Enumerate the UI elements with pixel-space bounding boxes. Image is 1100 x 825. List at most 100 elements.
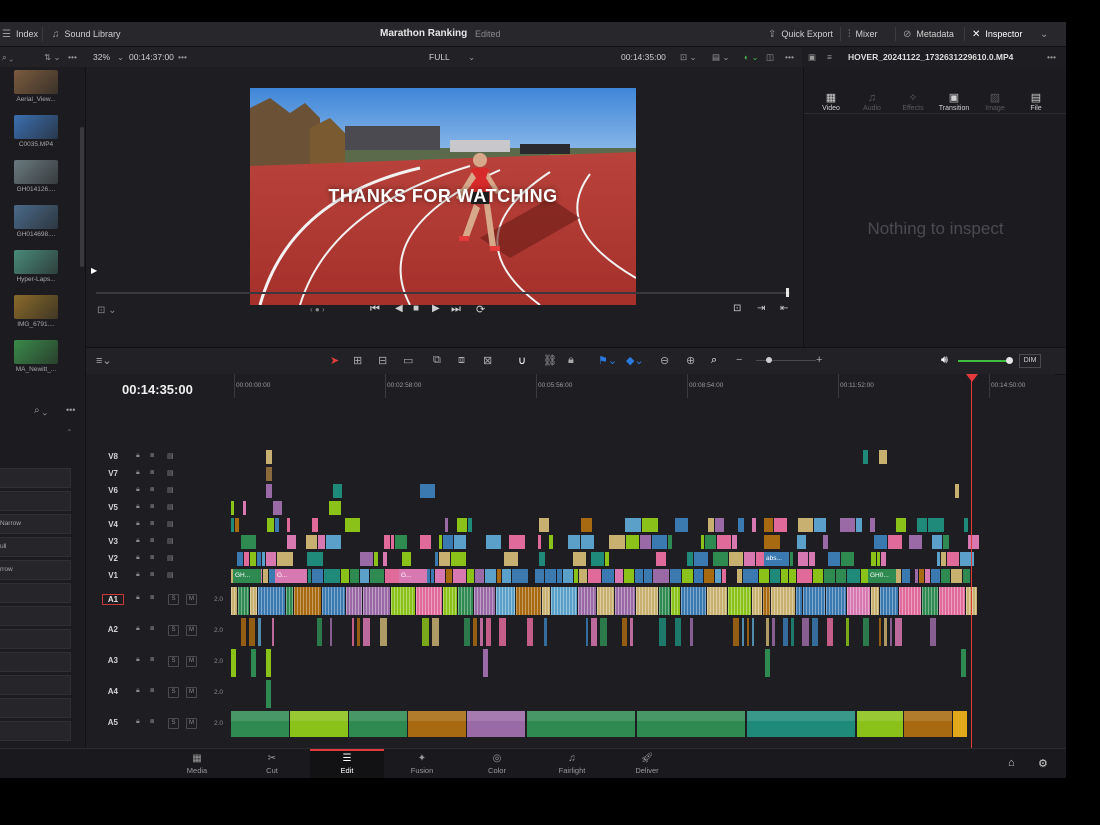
video-clip[interactable] [237,552,243,566]
mute-button[interactable]: M [186,594,197,605]
video-clip[interactable] [391,535,394,549]
video-clip[interactable] [370,569,384,583]
audio-clip[interactable] [544,618,547,646]
audio-clip[interactable] [752,587,762,615]
effects-list-item[interactable] [0,491,71,511]
video-clip[interactable] [266,450,272,464]
video-clip[interactable] [588,569,601,583]
jog-control[interactable]: ‹ ● › [310,305,325,314]
audio-clip[interactable] [765,649,770,677]
video-clip[interactable] [573,552,586,566]
metadata-button[interactable]: ⊘ Metadata [903,22,954,46]
video-clip[interactable] [798,518,813,532]
audio-clip[interactable] [266,680,271,708]
audio-clip[interactable] [249,618,255,646]
inspector-tab-effects[interactable]: ✧ Effects [892,91,934,112]
more-icon[interactable]: ••• [785,47,794,67]
video-clip[interactable] [925,569,930,583]
video-clip[interactable] [581,535,594,549]
video-clip[interactable] [877,552,880,566]
audio-clip[interactable] [690,618,693,646]
quick-export-button[interactable]: ⇪ Quick Export [768,22,833,46]
dim-button[interactable]: DIM [1019,354,1041,368]
prev-edit-icon[interactable]: ⇤ [780,303,788,314]
audio-clip[interactable] [763,587,770,615]
video-clip[interactable] [836,569,846,583]
audio-clip[interactable] [250,587,257,615]
track-visibility-icon[interactable]: ▤ [167,452,174,460]
play-reverse-icon[interactable]: ◀ [395,303,403,314]
mute-button[interactable]: M [186,625,197,636]
audio-clip-named[interactable]: MA_N... [904,711,952,737]
audio-clip[interactable] [803,587,825,615]
video-clip[interactable] [539,518,549,532]
video-clip[interactable] [329,501,341,515]
video-clip[interactable] [457,518,467,532]
video-clip[interactable] [374,552,378,566]
video-clip[interactable] [624,569,634,583]
track-visibility-icon[interactable]: ▤ [167,486,174,494]
dual-view-icon[interactable]: ◫ [766,47,774,67]
settings-gear-icon[interactable]: ⚙ [1038,757,1048,770]
video-clip[interactable] [675,518,688,532]
inspector-tab-image[interactable]: ▨ Image [974,91,1016,112]
media-thumbnail[interactable] [14,250,58,274]
video-clip[interactable] [435,569,445,583]
more-icon[interactable]: ••• [68,47,77,67]
audio-clip-named[interactable]: MA_MDS... [231,711,289,737]
video-clip[interactable] [640,535,651,549]
safe-area-icon[interactable]: ⊡ ⌄ [97,305,117,316]
video-clip[interactable] [439,552,450,566]
video-clip[interactable] [609,535,625,549]
audio-clip[interactable] [884,618,887,646]
video-clip[interactable] [774,518,787,532]
audio-clip[interactable] [622,618,627,646]
zoom-level[interactable]: 32% [93,47,110,67]
video-clip[interactable] [722,569,726,583]
video-clip[interactable] [813,569,823,583]
video-clip[interactable] [870,518,875,532]
audio-clip[interactable] [474,587,495,615]
audio-clip[interactable] [922,587,938,615]
video-clip[interactable] [287,518,290,532]
audio-clip[interactable] [251,649,256,677]
lock-icon[interactable]: 🔒︎ [136,537,140,545]
search-icon[interactable]: ⌕ ⌄ [2,47,13,67]
snapping-icon[interactable]: ∪ [518,354,526,367]
collapse-button[interactable]: ⌄ [1040,22,1053,46]
volume-handle[interactable] [1006,357,1013,364]
home-icon[interactable]: ⌂ [1008,757,1015,769]
video-clip[interactable] [395,535,407,549]
video-clip[interactable] [823,535,828,549]
auto-select-icon[interactable]: ⧈ [150,537,154,545]
video-clip[interactable] [306,535,317,549]
audio-clip[interactable] [317,618,322,646]
video-clip[interactable] [871,552,876,566]
video-clip[interactable] [257,552,261,566]
video-clip[interactable] [485,569,496,583]
video-clip[interactable] [744,552,755,566]
sort-icon[interactable]: ⇅ ⌄ [44,47,61,67]
auto-select-icon[interactable]: ⧈ [150,687,154,695]
video-clip[interactable] [928,518,944,532]
video-clip[interactable] [642,518,658,532]
video-clip[interactable] [535,569,544,583]
timeline-ruler[interactable]: 00:00:00:00 00:02:58:00 00:05:56:00 00:08:5… [231,374,1055,399]
zoom-out-icon[interactable]: − [736,354,742,366]
audio-clip[interactable] [486,618,491,646]
solo-button[interactable]: S [168,594,179,605]
audio-clip[interactable] [422,618,429,646]
mute-button[interactable]: M [186,718,197,729]
playhead[interactable] [971,374,972,764]
audio-clip[interactable] [899,587,921,615]
audio-clip[interactable] [443,587,457,615]
video-clip[interactable] [443,535,453,549]
audio-clip[interactable] [783,618,788,646]
auto-select-icon[interactable]: ⧈ [150,452,154,460]
page-tab-fairlight[interactable]: ♫ Fairlight [535,749,609,778]
effects-list-item[interactable] [0,606,71,626]
video-clip[interactable] [231,518,234,532]
audio-clip[interactable] [812,618,818,646]
video-clip-label[interactable]: GH... [233,569,261,583]
video-clip[interactable] [694,569,703,583]
